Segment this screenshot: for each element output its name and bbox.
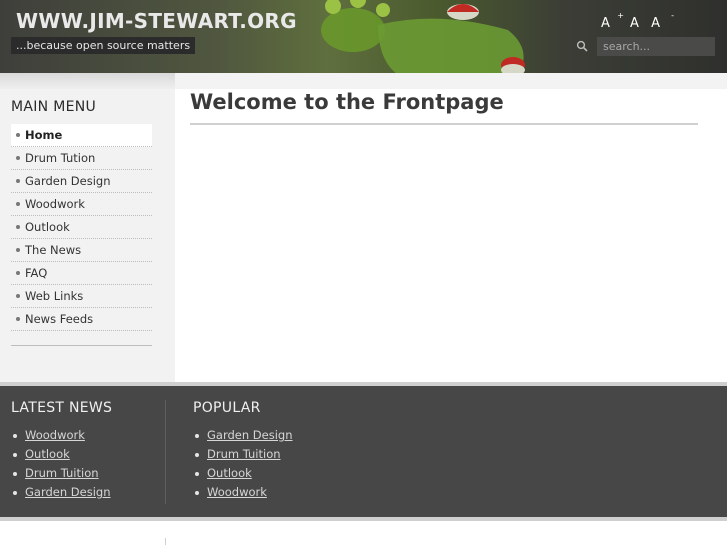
- main-menu-title: MAIN MENU: [11, 99, 97, 115]
- site-header: WWW.JIM-STEWART.ORG ...because open sour…: [0, 0, 727, 73]
- latest-news-link[interactable]: Garden Design: [25, 485, 111, 499]
- popular-item: Drum Tuition: [193, 445, 293, 464]
- font-decrease-label: A: [651, 16, 660, 31]
- font-increase-sign: +: [617, 11, 624, 20]
- latest-news-link[interactable]: Drum Tuition: [25, 466, 99, 480]
- bottom-divider-tick: [165, 538, 166, 545]
- font-increase-label: A: [601, 16, 610, 31]
- site-title[interactable]: WWW.JIM-STEWART.ORG: [16, 9, 297, 33]
- popular-item: Woodwork: [193, 483, 293, 502]
- popular-link[interactable]: Woodwork: [207, 485, 267, 499]
- font-decrease-button[interactable]: A-: [651, 11, 674, 31]
- footer-bottom-border: [0, 517, 727, 521]
- popular-link[interactable]: Outlook: [207, 466, 252, 480]
- latest-news-item: Garden Design: [11, 483, 111, 502]
- menu-item-garden-design[interactable]: Garden Design: [11, 170, 152, 193]
- popular-item: Outlook: [193, 464, 293, 483]
- menu-item-woodwork[interactable]: Woodwork: [11, 193, 152, 216]
- menu-item-the-news[interactable]: The News: [11, 239, 152, 262]
- font-reset-button[interactable]: A: [630, 16, 639, 31]
- menu-divider: [11, 345, 152, 346]
- latest-news-list: Woodwork Outlook Drum Tuition Garden Des…: [11, 426, 111, 502]
- latest-news-item: Woodwork: [11, 426, 111, 445]
- popular-list: Garden Design Drum Tuition Outlook Woodw…: [193, 426, 293, 502]
- latest-news-title: LATEST NEWS: [11, 400, 113, 416]
- popular-title: POPULAR: [193, 400, 261, 416]
- menu-item-web-links[interactable]: Web Links: [11, 285, 152, 308]
- font-decrease-sign: -: [671, 11, 674, 20]
- menu-item-home[interactable]: Home: [11, 124, 152, 147]
- latest-news-item: Outlook: [11, 445, 111, 464]
- footer-modules: LATEST NEWS Woodwork Outlook Drum Tuitio…: [0, 386, 727, 517]
- site-tagline: ...because open source matters: [11, 37, 196, 54]
- font-size-controls: A + A A-: [601, 11, 676, 31]
- menu-item-outlook[interactable]: Outlook: [11, 216, 152, 239]
- popular-link[interactable]: Drum Tuition: [207, 447, 281, 461]
- footer-column-divider: [165, 400, 166, 504]
- search-icon: [576, 40, 588, 52]
- sidebar-top-strip: [0, 73, 175, 89]
- latest-news-link[interactable]: Woodwork: [25, 428, 85, 442]
- title-divider: [190, 123, 698, 125]
- latest-news-item: Drum Tuition: [11, 464, 111, 483]
- menu-item-faq[interactable]: FAQ: [11, 262, 152, 285]
- page-title: Welcome to the Frontpage: [190, 90, 504, 114]
- search-input[interactable]: [597, 37, 715, 56]
- popular-link[interactable]: Garden Design: [207, 428, 293, 442]
- latest-news-link[interactable]: Outlook: [25, 447, 70, 461]
- sidebar: MAIN MENU Home Drum Tution Garden Design…: [0, 89, 175, 382]
- menu-item-news-feeds[interactable]: News Feeds: [11, 308, 152, 331]
- menu-item-drum-tution[interactable]: Drum Tution: [11, 147, 152, 170]
- font-increase-button[interactable]: A +: [601, 11, 624, 31]
- main-menu: Home Drum Tution Garden Design Woodwork …: [11, 124, 152, 331]
- frog-banner-image: [321, 0, 525, 73]
- popular-item: Garden Design: [193, 426, 293, 445]
